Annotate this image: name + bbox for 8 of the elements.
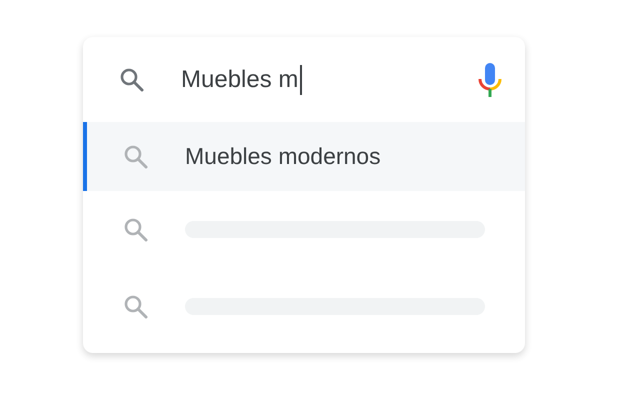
search-icon bbox=[123, 144, 149, 170]
suggestion-row[interactable]: Muebles modernos bbox=[83, 122, 525, 191]
microphone-icon[interactable] bbox=[477, 62, 503, 98]
search-icon bbox=[123, 216, 149, 242]
search-icon bbox=[123, 294, 149, 320]
suggestion-text: Muebles modernos bbox=[185, 142, 381, 172]
search-field[interactable]: Muebles m bbox=[181, 64, 302, 94]
search-icon bbox=[119, 66, 145, 92]
